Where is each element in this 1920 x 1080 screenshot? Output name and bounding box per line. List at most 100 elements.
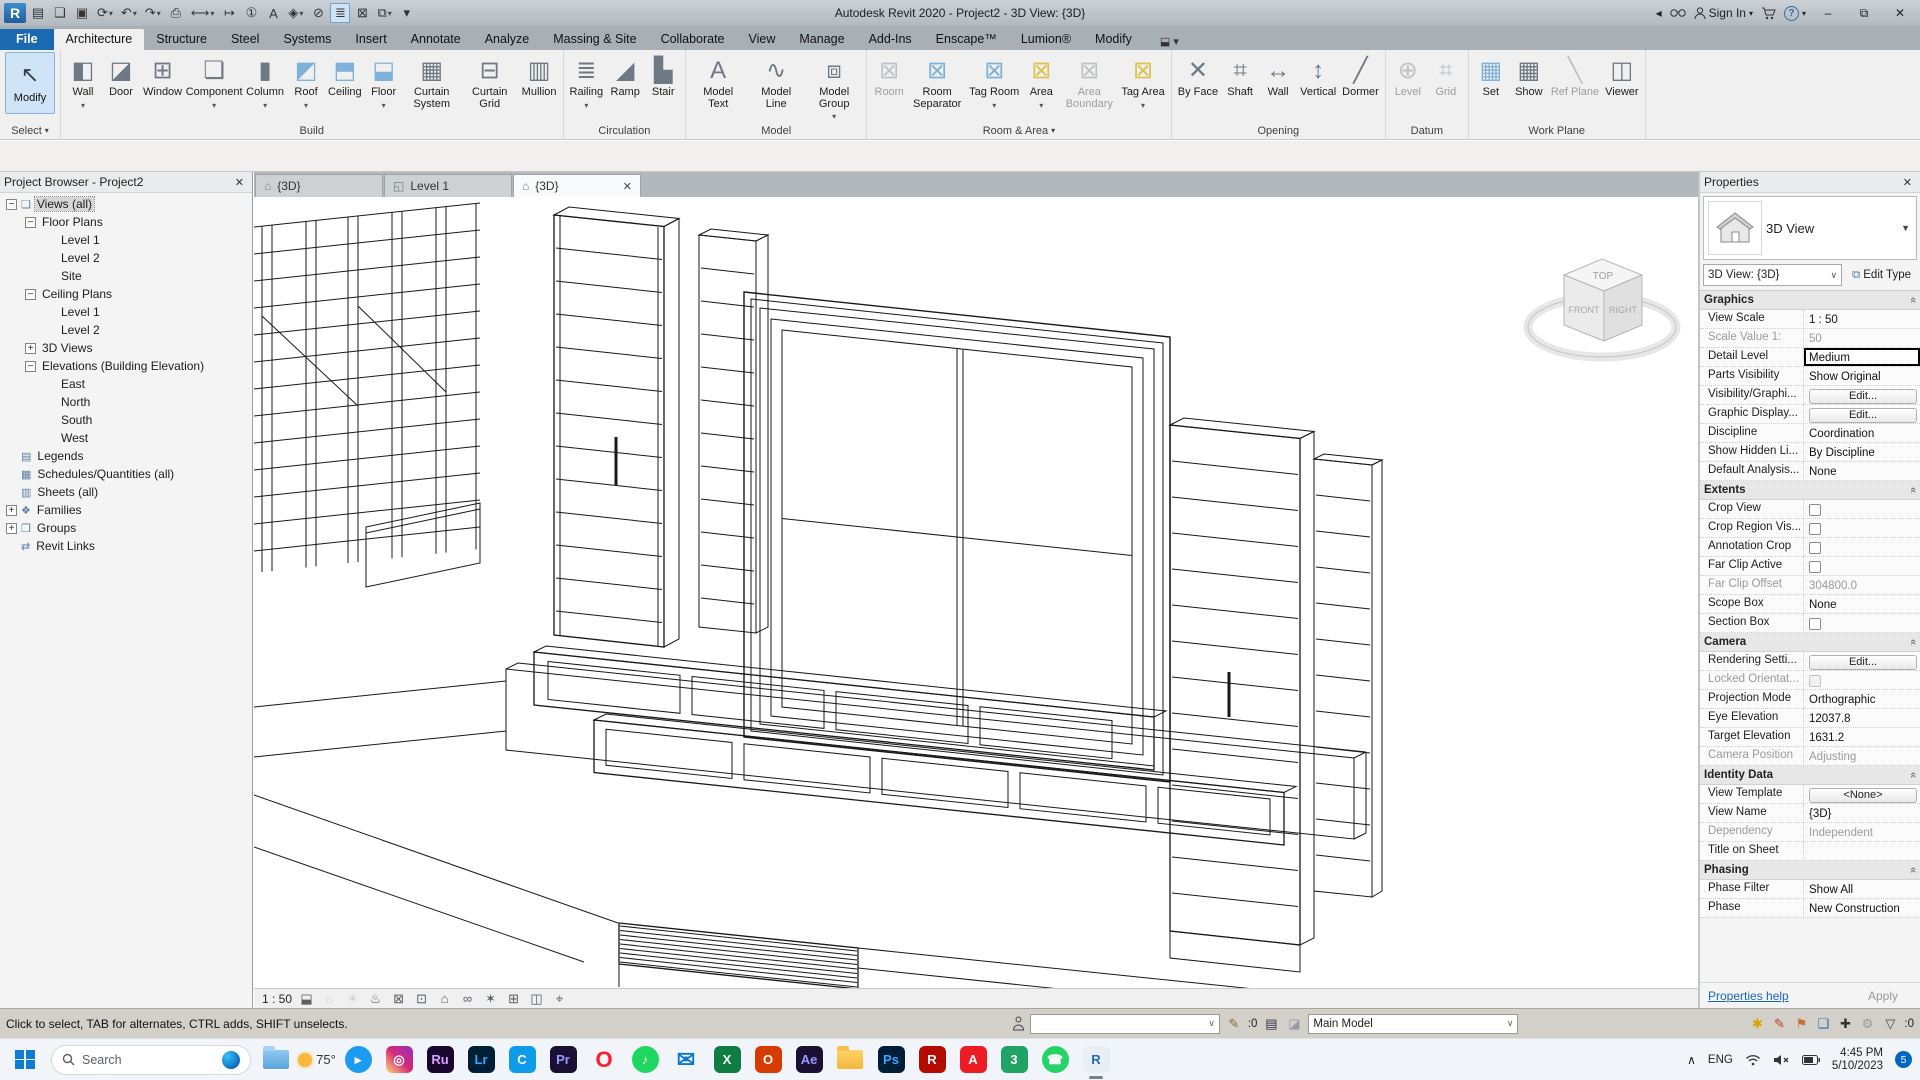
properties-section-header[interactable]: Graphics « (1700, 291, 1920, 310)
infocenter-collapse-icon[interactable]: ◂ (1656, 6, 1662, 20)
property-value[interactable]: Show All (1804, 880, 1920, 898)
column-tool[interactable]: ▮ Column ▾ (243, 52, 287, 122)
view-tab[interactable]: ⌂ {3D} ✕ (513, 174, 641, 197)
edit-type-button[interactable]: ⧉ Edit Type (1846, 264, 1917, 286)
reveal-hidden-elements-icon[interactable]: ✶ (482, 991, 499, 1007)
ribbon-tab-view[interactable]: View (737, 29, 788, 50)
tree-item[interactable]: West (0, 429, 252, 447)
tree-item[interactable]: + ❖ Families (0, 501, 252, 519)
property-value[interactable]: Orthographic (1804, 690, 1920, 708)
property-value[interactable]: 1 : 50 (1804, 310, 1920, 328)
properties-section-header[interactable]: Phasing « (1700, 861, 1920, 880)
opening-by-face-tool[interactable]: ✕ By Face (1175, 52, 1221, 122)
tree-item[interactable]: Site (0, 267, 252, 285)
roof-tool[interactable]: ◩ Roof ▾ (287, 52, 325, 122)
taskbar-clock[interactable]: 4:45 PM 5/10/2023 (1832, 1047, 1883, 1073)
select-pinned-icon[interactable]: ⚑ (1792, 1016, 1810, 1032)
ribbon-tab-lumion-[interactable]: Lumion® (1009, 29, 1083, 50)
checkbox[interactable] (1809, 618, 1821, 630)
tree-item[interactable]: + ❒ Groups (0, 519, 252, 537)
checkbox[interactable] (1809, 561, 1821, 573)
ribbon-tab-collaborate[interactable]: Collaborate (649, 29, 737, 50)
displacement-sets-icon[interactable]: ◫ (528, 991, 545, 1007)
select-links-icon[interactable]: ✱ (1748, 1016, 1766, 1032)
drawing-area[interactable]: TOP FRONT RIGHT (254, 197, 1698, 988)
taskbar-app-after-effects[interactable]: Ae (793, 1044, 825, 1076)
taskbar-app-green-3-app[interactable]: 3 (998, 1044, 1030, 1076)
property-value[interactable]: Independent (1804, 823, 1920, 841)
taskbar-search[interactable]: Search (51, 1044, 251, 1075)
properties-section-header[interactable]: Camera « (1700, 633, 1920, 652)
tree-item[interactable]: North (0, 393, 252, 411)
undo-icon[interactable]: ↶ ▾ (118, 3, 140, 23)
property-value[interactable]: Medium (1804, 348, 1920, 366)
shadows-icon[interactable]: ☀ (344, 991, 361, 1007)
tag-area-tool[interactable]: ⊠ Tag Area ▾ (1118, 52, 1167, 122)
room-area-panel-label[interactable]: Room & Area ▾ (867, 122, 1171, 139)
ribbon-tab-structure[interactable]: Structure (144, 29, 219, 50)
taskbar-app-weather[interactable]: 75° (298, 1044, 336, 1076)
selection-filter-icon[interactable]: ▽ (1881, 1016, 1899, 1032)
ribbon-tab-modify[interactable]: Modify (1083, 29, 1144, 50)
save-icon[interactable]: ▣ (72, 3, 92, 23)
tree-expand-minus-icon[interactable]: − (25, 288, 36, 300)
rendering-dialog-icon[interactable]: ♨ (367, 991, 384, 1007)
close-view-tab-icon[interactable]: ✕ (623, 180, 632, 193)
checkbox[interactable] (1809, 542, 1821, 554)
property-value[interactable]: Adjusting (1804, 747, 1920, 765)
property-edit-button[interactable]: <None> (1809, 787, 1917, 803)
property-value[interactable]: 1631.2 (1804, 728, 1920, 746)
taskbar-app-spotify[interactable]: ♪ (629, 1044, 661, 1076)
tree-item[interactable]: − ❏ Views (all) (0, 195, 252, 213)
tree-item[interactable]: Level 1 (0, 303, 252, 321)
taskbar-app-mail[interactable]: ✉ (670, 1044, 702, 1076)
shaft-opening-tool[interactable]: ⌗ Shaft (1221, 52, 1259, 122)
design-options-icon[interactable]: ▤ (1262, 1016, 1280, 1032)
help-icon[interactable]: ? ▾ (1783, 5, 1806, 21)
close-properties-icon[interactable]: ✕ (1899, 176, 1916, 189)
wifi-icon[interactable] (1745, 1054, 1761, 1066)
type-dropdown-icon[interactable]: ▼ (1901, 223, 1916, 233)
taskbar-app-premiere-rush[interactable]: Ru (424, 1044, 456, 1076)
property-edit-button[interactable]: Edit... (1809, 407, 1917, 423)
wall-tool[interactable]: ◧ Wall ▾ (64, 52, 102, 122)
curtain-system-tool[interactable]: ▦ Curtain System (403, 52, 461, 122)
tree-item[interactable]: Level 2 (0, 249, 252, 267)
close-browser-icon[interactable]: ✕ (231, 176, 248, 189)
taskbar-app-office[interactable]: O (752, 1044, 784, 1076)
workplane-show-tool[interactable]: ▦ Show (1510, 52, 1548, 122)
vertical-opening-tool[interactable]: ↕ Vertical (1297, 52, 1339, 122)
tag-by-category-icon[interactable]: ① (241, 3, 261, 23)
redo-icon[interactable]: ↷ ▾ (142, 3, 164, 23)
text-icon[interactable]: A (263, 3, 283, 23)
minimize-button[interactable]: – (1814, 3, 1842, 23)
collapse-section-icon[interactable]: « (1907, 639, 1919, 645)
switch-windows-icon[interactable]: ⧉ ▾ (374, 3, 394, 23)
tree-item[interactable]: ▤ Legends (0, 447, 252, 465)
checkbox[interactable] (1809, 504, 1821, 516)
settings-icon[interactable]: ⚙ (1858, 1016, 1876, 1032)
tree-item[interactable]: − Floor Plans (0, 213, 252, 231)
customize-qat-icon[interactable]: ▾ (397, 3, 417, 23)
editing-requests-icon[interactable]: ✎ (1225, 1016, 1243, 1032)
property-value[interactable]: <None> (1804, 785, 1920, 803)
taskbar-app-folder[interactable] (834, 1044, 866, 1076)
active-only-icon[interactable]: ◪ (1285, 1016, 1303, 1032)
room-separator-tool[interactable]: ⊠ Room Separator (908, 52, 966, 122)
properties-section-header[interactable]: Identity Data « (1700, 766, 1920, 785)
tray-expand-icon[interactable]: ∧ (1687, 1053, 1696, 1067)
ribbon-tab-architecture[interactable]: Architecture (53, 29, 145, 50)
property-value[interactable]: {3D} (1804, 804, 1920, 822)
tree-item[interactable]: − Elevations (Building Elevation) (0, 357, 252, 375)
ceiling-tool[interactable]: ⬒ Ceiling (325, 52, 365, 122)
design-option-combo[interactable]: Main Model ∨ (1308, 1013, 1519, 1034)
taskbar-app-whatsapp[interactable]: ☎ (1039, 1044, 1071, 1076)
property-value[interactable]: Edit... (1804, 405, 1920, 423)
property-value[interactable] (1804, 671, 1920, 689)
property-value[interactable]: 12037.8 (1804, 709, 1920, 727)
print-icon[interactable]: ⎙ (166, 3, 186, 23)
property-value[interactable] (1804, 614, 1920, 632)
tree-expand-plus-icon[interactable]: + (6, 522, 17, 534)
taskbar-app-file-explorer[interactable] (260, 1044, 292, 1076)
property-edit-button[interactable]: Edit... (1809, 388, 1917, 404)
